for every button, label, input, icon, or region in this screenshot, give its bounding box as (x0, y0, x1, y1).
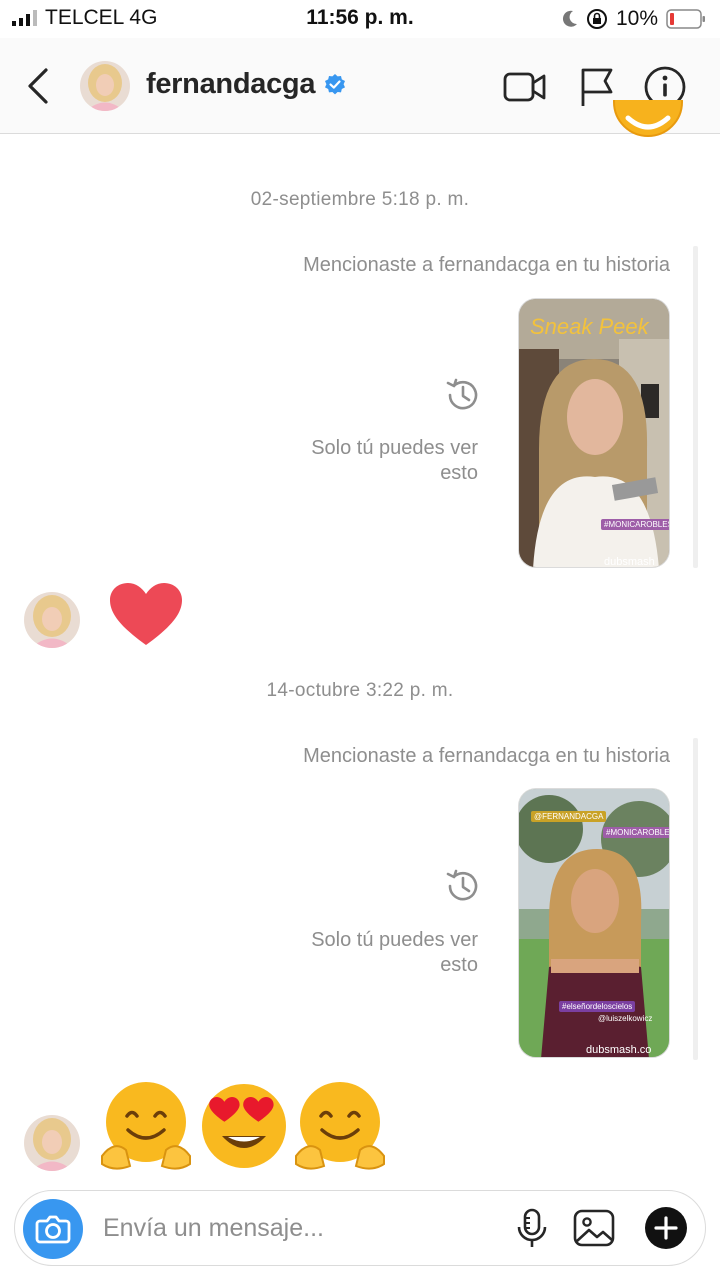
verified-badge-icon (325, 73, 346, 94)
story-hashtag: #MONICAROBLES (601, 519, 669, 530)
status-bar: TELCEL 4G 11:56 p. m. 10% (0, 0, 720, 38)
camera-icon (35, 1215, 71, 1244)
hugging-face-emoji-icon (101, 1082, 191, 1170)
previous-emoji (612, 100, 684, 152)
story-caption: #elseñordeloscielos (559, 1001, 636, 1012)
back-icon[interactable] (22, 66, 56, 106)
battery-icon (666, 9, 705, 29)
moon-icon (562, 10, 577, 27)
history-icon (446, 378, 478, 410)
story-mention-note: Mencionaste a fernandacga en tu historia (303, 254, 670, 276)
camera-button[interactable] (23, 1199, 83, 1259)
story-hashtag: #MONICAROBLES (603, 827, 669, 838)
hugging-face-emoji-icon (295, 1082, 385, 1170)
heart-reaction-icon (110, 583, 182, 645)
message-timestamp: 02-septiembre 5:18 p. m. (250, 189, 470, 210)
story-thumbnail[interactable]: @FERNANDACGA #MONICAROBLES #elseñordelos… (518, 788, 670, 1058)
message-input[interactable] (103, 1205, 483, 1251)
story-thumbnail[interactable]: Sneak Peek #MONICAROBLES dubsmash (518, 298, 670, 568)
avatar[interactable] (24, 592, 80, 648)
heart-eyes-emoji-icon (202, 1084, 286, 1168)
story-title: Sneak Peek (530, 314, 649, 339)
avatar[interactable] (24, 1115, 80, 1171)
story-mention-divider (693, 246, 698, 568)
story-caption: @luiszelkowicz (598, 1014, 653, 1023)
orientation-lock-icon (586, 9, 607, 29)
history-icon (446, 869, 478, 901)
story-watermark: dubsmash (604, 556, 655, 568)
avatar[interactable] (80, 61, 130, 111)
private-visibility-note: Solo tú puedes ver esto (311, 437, 478, 484)
story-watermark: dubsmash.co (586, 1044, 652, 1056)
story-mention-tag: @FERNANDACGA (531, 811, 607, 822)
private-visibility-note: Solo tú puedes ver esto (311, 929, 478, 976)
story-mention-divider (693, 738, 698, 1060)
message-composer (14, 1190, 706, 1266)
battery-percent: 10% (615, 7, 658, 30)
gallery-icon[interactable] (571, 1205, 617, 1251)
story-mention-note: Mencionaste a fernandacga en tu historia (303, 745, 670, 767)
video-call-icon[interactable] (502, 64, 548, 110)
plus-icon[interactable] (643, 1205, 689, 1251)
microphone-icon[interactable] (509, 1205, 555, 1251)
message-timestamp: 14-octubre 3:22 p. m. (266, 680, 454, 701)
page-title[interactable]: fernandacga (146, 68, 315, 101)
